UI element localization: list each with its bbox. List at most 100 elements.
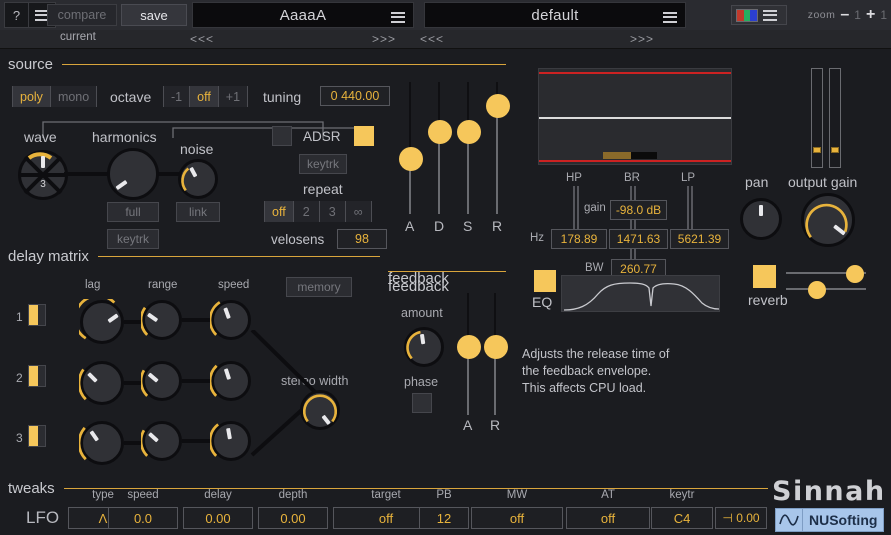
matrix-range-knob-row2[interactable] [141, 361, 182, 401]
color-theme-group[interactable] [731, 5, 787, 25]
lfo-depth-value[interactable]: 0.00 [258, 507, 328, 529]
tooltip-line-3: This affects CPU load. [522, 381, 647, 395]
lfo-row-label: LFO [26, 508, 60, 527]
spectrum-display[interactable] [538, 68, 732, 165]
octave-label: octave [110, 89, 152, 105]
repeat-label: repeat [303, 181, 343, 197]
matrix-speed-knob-row2[interactable] [210, 361, 251, 401]
repeat-2[interactable]: 2 [293, 201, 320, 222]
reverb-slider-2-handle[interactable] [808, 281, 826, 299]
hp-hz-value[interactable]: 178.89 [551, 229, 607, 249]
adsr-keytrk-button[interactable]: keytrk [299, 154, 347, 174]
zoom-in-button[interactable]: + [865, 6, 876, 24]
matrix-speed-knob-row3[interactable] [210, 421, 251, 461]
matrix-lag-knob-row3[interactable] [79, 421, 124, 465]
matrix-row-toggle-3[interactable] [28, 425, 46, 447]
pan-knob[interactable] [740, 198, 782, 240]
repeat-3[interactable]: 3 [319, 201, 346, 222]
bank-next-button[interactable]: >>> [372, 30, 396, 48]
output-gain-knob[interactable] [801, 193, 855, 247]
octave-up[interactable]: +1 [218, 86, 249, 107]
reverb-slider-1-handle[interactable] [846, 265, 864, 283]
tooltip-text: Adjusts the release time of the feedback… [522, 346, 669, 397]
adsr-s-track[interactable] [467, 82, 469, 214]
repeat-inf[interactable]: ∞ [345, 201, 372, 222]
midi-MW-value[interactable]: off [471, 507, 563, 529]
feedback-a-handle[interactable] [457, 334, 481, 359]
rgb-swatch-icon[interactable] [736, 8, 758, 22]
eq-label: EQ [532, 294, 553, 310]
gain-value[interactable]: -98.0 dB [610, 200, 667, 220]
lfo-speed-value[interactable]: 0.0 [108, 507, 178, 529]
harmonics-full-button[interactable]: full [107, 202, 159, 222]
adsr-d-track[interactable] [438, 82, 440, 214]
tuning-value[interactable]: 0 440.00 [320, 86, 390, 106]
wave-knob[interactable]: 3 [18, 150, 68, 200]
matrix-row-toggle-2[interactable] [28, 365, 46, 387]
theme-menu-hamburger-icon[interactable] [763, 7, 777, 23]
save-button[interactable]: save [121, 4, 187, 26]
matrix-link [182, 318, 211, 322]
scope-band-active [603, 152, 631, 159]
noise-knob-arc [181, 167, 190, 192]
preset-next-button[interactable]: >>> [630, 30, 654, 48]
matrix-lag-knob-row2[interactable] [79, 361, 124, 405]
eq-enable-checkbox[interactable] [534, 270, 556, 292]
matrix-knob-arc [210, 364, 218, 397]
adsr-mode-checkbox[interactable] [354, 126, 374, 146]
midi-AT-value[interactable]: off [566, 507, 650, 529]
zoom-out-button[interactable]: – [839, 6, 850, 24]
bank-name-field[interactable]: AaaaA [192, 2, 414, 28]
octave-off[interactable]: off [190, 86, 219, 107]
feedback-amount-arc [406, 330, 421, 360]
adsr-enable-checkbox[interactable] [272, 126, 292, 146]
matrix-knob-arc [210, 423, 220, 457]
adsr-a-handle[interactable] [399, 146, 423, 171]
delay-matrix-section-header: delay matrix [8, 248, 380, 265]
help-button[interactable]: ? [5, 3, 29, 27]
preset-menu-hamburger-icon[interactable] [663, 9, 677, 25]
company-logo[interactable]: NUSofting [775, 508, 885, 532]
feedback-amount-label: amount [401, 306, 443, 320]
br-hz-value[interactable]: 1471.63 [609, 229, 668, 249]
bank-menu-hamburger-icon[interactable] [391, 9, 405, 25]
feedback-phase-checkbox[interactable] [412, 393, 432, 413]
reverb-slider-2-track[interactable] [786, 288, 866, 290]
harmonics-knob[interactable] [107, 148, 159, 200]
eq-curve-display[interactable] [561, 275, 720, 312]
stereo-width-knob[interactable] [300, 390, 340, 430]
noise-knob[interactable] [178, 159, 218, 199]
source-section-header: source [8, 56, 506, 73]
matrix-range-knob-row3[interactable] [141, 421, 182, 461]
repeat-off[interactable]: off [264, 201, 294, 222]
matrix-lag-knob-row1[interactable] [79, 299, 124, 344]
compare-button[interactable]: compare [47, 4, 117, 26]
feedback-r-handle[interactable] [484, 334, 508, 359]
reverb-enable-checkbox[interactable] [753, 265, 776, 288]
keytr-offset-value[interactable]: ⊣ 0.00 [715, 507, 767, 529]
voice-mode-mono[interactable]: mono [50, 86, 98, 107]
midi-PB-value[interactable]: 12 [419, 507, 469, 529]
midi-keytr-value[interactable]: C4 [651, 507, 713, 529]
harmonics-keytrk-button[interactable]: keytrk [107, 229, 159, 249]
matrix-speed-knob-row1[interactable] [210, 300, 251, 340]
octave-down[interactable]: -1 [163, 86, 191, 107]
adsr-s-handle[interactable] [457, 120, 481, 145]
velosens-value[interactable]: 98 [337, 229, 387, 249]
adsr-d-handle[interactable] [428, 120, 452, 145]
memory-button[interactable]: memory [286, 277, 352, 297]
matrix-row-toggle-1[interactable] [28, 304, 46, 326]
scope-bottom-line [539, 160, 731, 162]
lfo-delay-value[interactable]: 0.00 [183, 507, 253, 529]
preset-prev-button[interactable]: <<< [420, 30, 444, 48]
voice-mode-poly[interactable]: poly [12, 86, 51, 107]
preset-name-field[interactable]: default [424, 2, 686, 28]
matrix-range-knob-row1[interactable] [141, 300, 182, 340]
adsr-r-handle[interactable] [486, 93, 510, 118]
noise-link-button[interactable]: link [176, 202, 220, 222]
matrix-row-index-2: 2 [16, 371, 23, 385]
feedback-amount-knob[interactable] [404, 327, 444, 367]
output-gain-label: output gain [788, 174, 858, 190]
lp-hz-value[interactable]: 5621.39 [670, 229, 729, 249]
bank-prev-button[interactable]: <<< [190, 30, 214, 48]
